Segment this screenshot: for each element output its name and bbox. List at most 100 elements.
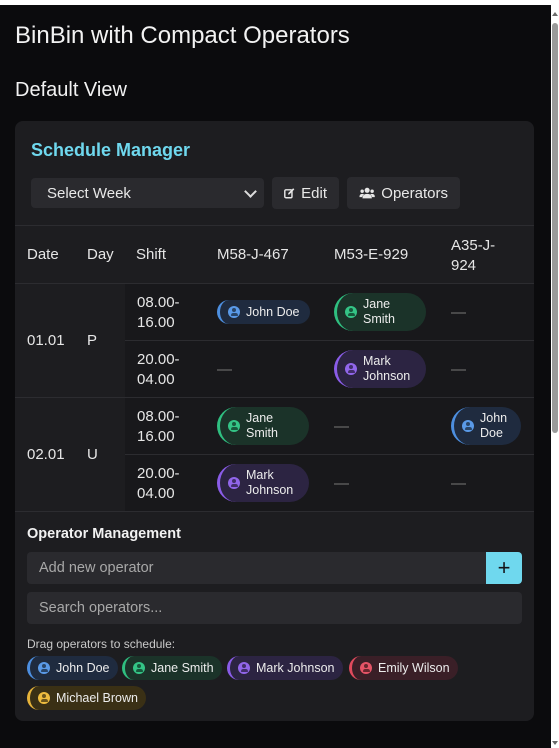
user-avatar-icon xyxy=(38,692,50,704)
user-avatar-icon xyxy=(345,363,357,375)
search-operators-placeholder: Search operators... xyxy=(39,600,163,616)
operator-chip-jane-smith[interactable]: Jane Smith xyxy=(217,407,309,445)
browser-top-edge xyxy=(0,0,559,5)
empty-slot-dash: — xyxy=(334,474,349,492)
user-avatar-icon xyxy=(238,662,250,674)
edit-icon xyxy=(284,188,295,199)
shift-start: 20.00- xyxy=(137,465,180,482)
schedule-manager-title: Schedule Manager xyxy=(31,140,191,160)
shift-start: 08.00- xyxy=(137,408,180,425)
scroll-down-arrow-icon[interactable] xyxy=(552,741,558,745)
shift-start: 08.00- xyxy=(137,294,180,311)
page-title: BinBin with Compact Operators xyxy=(15,22,350,49)
operator-management-title: Operator Management xyxy=(27,526,181,542)
date-cell: 01.01 xyxy=(27,332,65,349)
column-header-shift: Shift xyxy=(136,246,167,263)
user-avatar-icon xyxy=(228,306,240,318)
schedule-slot[interactable]: John Doe xyxy=(217,284,327,340)
operator-chip-john-doe-pool[interactable]: John Doe xyxy=(27,656,118,680)
operator-chip-label: Jane Smith xyxy=(151,660,214,675)
operator-chip-label: Jane Smith xyxy=(363,297,395,326)
operator-chip-john-doe[interactable]: John Doe xyxy=(217,300,310,324)
user-avatar-icon xyxy=(38,662,50,674)
operator-chip-emily-wilson-pool[interactable]: Emily Wilson xyxy=(349,656,458,680)
operator-chip-mark-johnson[interactable]: Mark Johnson xyxy=(217,464,309,502)
table-row-group-02-01: 02.01 U 08.00- 16.00 Jane Smith — John Doe 20.0… xyxy=(15,398,534,512)
table-header: Date Day Shift M58-J-467 M53-E-929 A35-J… xyxy=(15,225,534,284)
shift-start: 20.00- xyxy=(137,351,180,368)
scroll-up-arrow-icon[interactable] xyxy=(552,12,558,16)
users-icon xyxy=(359,187,375,199)
user-avatar-icon xyxy=(228,477,240,489)
chevron-down-icon xyxy=(244,184,257,198)
table-row-group-01-01: 01.01 P 08.00- 16.00 John Doe Jane Smith —20.0… xyxy=(15,284,534,398)
add-operator-input[interactable]: Add new operator xyxy=(27,552,486,584)
user-avatar-icon xyxy=(462,420,474,432)
operator-chip-label: Jane Smith xyxy=(246,411,278,440)
add-operator-placeholder: Add new operator xyxy=(39,560,154,576)
view-title: Default View xyxy=(15,79,127,101)
shift-end: 04.00 xyxy=(137,371,175,388)
search-operators-input[interactable]: Search operators... xyxy=(27,592,522,624)
operators-button-label: Operators xyxy=(381,184,448,202)
shift-cell: 20.00- 04.00 xyxy=(137,350,180,390)
operator-chip-mark-johnson[interactable]: Mark Johnson xyxy=(334,350,426,388)
table-row: 08.00- 16.00 Jane Smith — John Doe xyxy=(125,398,534,454)
table-row: 20.00- 04.00 Mark Johnson — — xyxy=(125,455,534,511)
schedule-slot[interactable]: — xyxy=(334,398,444,454)
table-row: 08.00- 16.00 John Doe Jane Smith — xyxy=(125,284,534,340)
user-avatar-icon xyxy=(228,420,240,432)
user-avatar-icon xyxy=(360,662,372,674)
schedule-slot[interactable]: Jane Smith xyxy=(217,398,327,454)
schedule-slot[interactable]: — xyxy=(451,284,526,340)
column-header-m58-j-467: M58-J-467 xyxy=(217,246,289,263)
empty-slot-dash: — xyxy=(334,417,349,435)
empty-slot-dash: — xyxy=(451,474,466,492)
operator-chip-label: Mark Johnson xyxy=(363,354,411,383)
operator-chip-label: Michael Brown xyxy=(56,690,138,705)
empty-slot-dash: — xyxy=(217,360,232,378)
schedule-slot[interactable]: — xyxy=(451,455,526,511)
shift-end: 16.00 xyxy=(137,428,175,445)
schedule-slot[interactable]: Mark Johnson xyxy=(334,341,444,397)
operator-chip-jane-smith[interactable]: Jane Smith xyxy=(334,293,426,331)
schedule-table: Date Day Shift M58-J-467 M53-E-929 A35-J… xyxy=(15,225,534,512)
week-select[interactable]: Select Week xyxy=(31,178,264,208)
edit-button-label: Edit xyxy=(301,184,327,202)
schedule-slot[interactable]: — xyxy=(217,341,327,397)
operator-chip-label: John Doe xyxy=(56,660,110,675)
operator-chip-label: Mark Johnson xyxy=(246,468,294,497)
column-header-m53-e-929: M53-E-929 xyxy=(334,246,409,263)
add-operator-button[interactable]: + xyxy=(486,552,522,584)
operator-chip-label: John Doe xyxy=(480,411,508,440)
table-body: 01.01 P 08.00- 16.00 John Doe Jane Smith —20.0… xyxy=(15,284,534,512)
operator-chip-label: John Doe xyxy=(246,304,300,319)
schedule-slot[interactable]: Jane Smith xyxy=(334,284,444,340)
operator-chip-jane-smith-pool[interactable]: Jane Smith xyxy=(122,656,222,680)
schedule-slot[interactable]: — xyxy=(334,455,444,511)
operator-chip-label: Mark Johnson xyxy=(256,660,335,675)
schedule-slot[interactable]: — xyxy=(451,341,526,397)
operator-chip-john-doe[interactable]: John Doe xyxy=(451,407,521,445)
user-avatar-icon xyxy=(133,662,145,674)
edit-button[interactable]: Edit xyxy=(272,177,339,209)
shift-end: 16.00 xyxy=(137,314,175,331)
row-divider xyxy=(125,454,534,455)
operator-chip-michael-brown-pool[interactable]: Michael Brown xyxy=(27,686,146,710)
table-row: 20.00- 04.00 — Mark Johnson — xyxy=(125,341,534,397)
scrollbar-thumb[interactable] xyxy=(552,23,558,433)
schedule-slot[interactable]: Mark Johnson xyxy=(217,455,327,511)
day-cell: U xyxy=(87,446,98,463)
page-scrollbar[interactable] xyxy=(551,5,559,748)
operator-chip-mark-johnson-pool[interactable]: Mark Johnson xyxy=(227,656,343,680)
column-header-date: Date xyxy=(27,246,59,263)
date-cell: 02.01 xyxy=(27,446,65,463)
shift-cell: 08.00- 16.00 xyxy=(137,407,180,447)
empty-slot-dash: — xyxy=(451,360,466,378)
operator-chip-label: Emily Wilson xyxy=(378,660,450,675)
operators-button[interactable]: Operators xyxy=(347,177,460,209)
column-header-a35-j-924: A35-J-924 xyxy=(451,237,496,274)
empty-slot-dash: — xyxy=(451,303,466,321)
row-divider xyxy=(125,340,534,341)
schedule-slot[interactable]: John Doe xyxy=(451,398,526,454)
